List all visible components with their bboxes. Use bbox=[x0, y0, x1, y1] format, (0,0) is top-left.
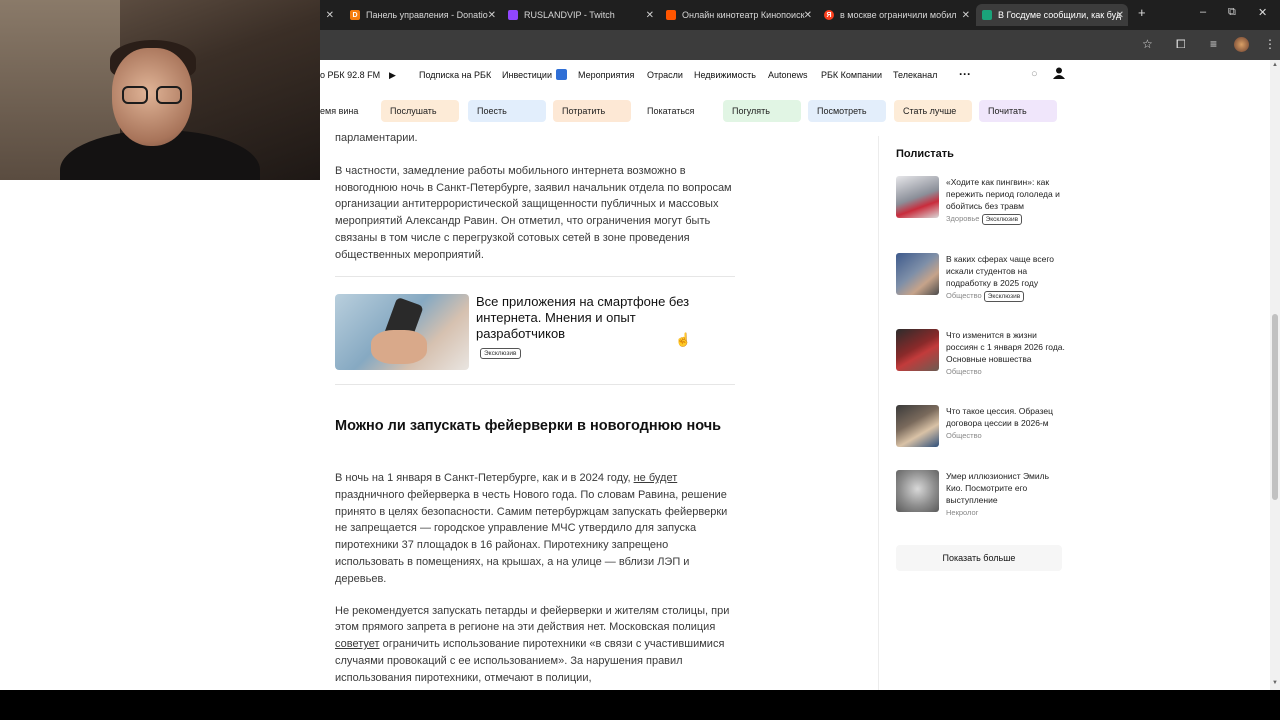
close-icon[interactable]: ✕ bbox=[1116, 10, 1124, 21]
chip-eat[interactable]: Поесть bbox=[468, 100, 546, 122]
nav-rbc-companies[interactable]: РБК Компании bbox=[821, 70, 882, 80]
thumbnail-image bbox=[896, 176, 939, 218]
webcam-overlay bbox=[0, 0, 320, 180]
nav-industries[interactable]: Отрасли bbox=[647, 70, 683, 80]
chip-ride[interactable]: Покататься bbox=[638, 100, 716, 122]
inline-link[interactable]: советует bbox=[335, 638, 380, 650]
article-paragraph: парламентарии. bbox=[335, 132, 418, 144]
minimize-button[interactable]: – bbox=[1200, 6, 1206, 18]
article-body: парламентарии. В частности, замедление р… bbox=[335, 130, 735, 264]
play-icon[interactable]: ▶ bbox=[389, 70, 396, 81]
bookmark-star-icon[interactable]: ☆ bbox=[1142, 37, 1153, 51]
category-chips: емя вина Послушать Поесть Потратить Пока… bbox=[320, 100, 1270, 124]
chip-spend[interactable]: Потратить bbox=[553, 100, 631, 122]
nav-events[interactable]: Мероприятия bbox=[578, 70, 634, 80]
hand-cursor-icon: ☝ bbox=[675, 332, 692, 347]
kinopoisk-icon bbox=[666, 10, 676, 20]
page-scrollbar[interactable]: ▲ ▼ bbox=[1270, 60, 1280, 690]
media-controls-icon[interactable]: ≡ bbox=[1210, 37, 1217, 51]
rbc-icon bbox=[982, 10, 992, 20]
close-window-button[interactable]: ✕ bbox=[1258, 6, 1267, 19]
tab-rbc-active[interactable]: В Госдуме сообщили, как буд ✕ bbox=[976, 4, 1128, 26]
tab-close-partial[interactable]: ✕ bbox=[320, 4, 340, 26]
site-nav: о РБК 92.8 FM ▶ Подписка на РБК Инвестиц… bbox=[320, 60, 1270, 90]
divider bbox=[335, 276, 735, 277]
investments-badge-icon bbox=[556, 69, 567, 80]
chip-listen[interactable]: Послушать bbox=[381, 100, 459, 122]
tab-yandex[interactable]: Я в москве ограничили мобил ✕ bbox=[818, 4, 974, 26]
thumbnail-image bbox=[896, 470, 939, 512]
related-article-image bbox=[335, 294, 469, 370]
exclusive-badge: Эксклюзив bbox=[480, 348, 521, 359]
tab-twitch[interactable]: RUSLANDVIP - Twitch ✕ bbox=[502, 4, 658, 26]
scroll-down-icon[interactable]: ▼ bbox=[1272, 680, 1278, 686]
radio-link[interactable]: о РБК 92.8 FM bbox=[320, 70, 380, 80]
thumbnail-image bbox=[896, 405, 939, 447]
exclusive-badge: Эксклюзив bbox=[981, 214, 1023, 225]
related-article-title[interactable]: Все приложения на смартфоне без интернет… bbox=[476, 294, 716, 359]
chip-watch[interactable]: Посмотреть bbox=[808, 100, 886, 122]
page-left-margin bbox=[0, 180, 320, 690]
chip-walk[interactable]: Погулять bbox=[723, 100, 801, 122]
chip-wine-time[interactable]: емя вина bbox=[320, 100, 381, 122]
chip-be-better[interactable]: Стать лучше bbox=[894, 100, 972, 122]
inline-link[interactable]: не будет bbox=[634, 472, 678, 484]
web-page: о РБК 92.8 FM ▶ Подписка на РБК Инвестиц… bbox=[320, 60, 1270, 690]
sidebar-browse: Полистать bbox=[896, 148, 1066, 160]
article-paragraph: В ночь на 1 января в Санкт-Петербурге, к… bbox=[335, 472, 728, 585]
browser-menu-icon[interactable]: ⋮ bbox=[1264, 37, 1276, 51]
new-tab-button[interactable]: + bbox=[1138, 5, 1146, 20]
exclusive-badge: Эксклюзив bbox=[983, 291, 1025, 302]
chip-read[interactable]: Почитать bbox=[979, 100, 1057, 122]
tab-donationalerts[interactable]: D Панель управления - Donatio ✕ bbox=[344, 4, 500, 26]
maximize-button[interactable]: ⧉ bbox=[1228, 6, 1236, 19]
twitch-icon bbox=[508, 10, 518, 20]
scrollbar-thumb[interactable] bbox=[1272, 314, 1278, 500]
profile-avatar[interactable] bbox=[1234, 37, 1249, 52]
divider bbox=[335, 384, 735, 385]
show-more-button[interactable]: Показать больше bbox=[896, 545, 1062, 571]
article-paragraph: В частности, замедление работы мобильног… bbox=[335, 164, 732, 261]
browser-toolbar: ☆ ⧠ ≡ ⋮ bbox=[320, 30, 1280, 60]
section-heading: Можно ли запускать фейерверки в новогодн… bbox=[335, 418, 722, 434]
nav-tv[interactable]: Телеканал bbox=[893, 70, 937, 80]
nav-autonews[interactable]: Autonews bbox=[768, 70, 808, 80]
thumbnail-image bbox=[896, 253, 939, 295]
article-paragraph: Не рекомендуется запускать петарды и фей… bbox=[335, 604, 730, 684]
close-icon[interactable]: ✕ bbox=[962, 10, 970, 21]
close-icon[interactable]: ✕ bbox=[488, 10, 496, 21]
sidebar-list: «Ходите как пингвин»: как пережить перио… bbox=[896, 176, 1066, 526]
nav-more-button[interactable]: ··· bbox=[959, 67, 971, 81]
search-icon[interactable]: ○ bbox=[1031, 68, 1038, 80]
tab-kinopoisk[interactable]: Онлайн кинотеатр Кинопоиск ✕ bbox=[660, 4, 816, 26]
close-icon[interactable]: ✕ bbox=[646, 10, 654, 21]
bottom-letterbox bbox=[0, 690, 1280, 720]
donationalerts-icon: D bbox=[350, 10, 360, 20]
sidebar-title: Полистать bbox=[896, 148, 954, 160]
thumbnail-image bbox=[896, 329, 939, 371]
extensions-icon[interactable]: ⧠ bbox=[1176, 37, 1186, 52]
nav-investments[interactable]: Инвестиции bbox=[502, 70, 552, 80]
user-icon[interactable] bbox=[1053, 67, 1065, 79]
sidebar-divider bbox=[878, 136, 879, 690]
yandex-icon: Я bbox=[824, 10, 834, 20]
close-icon[interactable]: ✕ bbox=[804, 10, 812, 21]
browser-tab-strip: ✕ D Панель управления - Donatio ✕ RUSLAND… bbox=[320, 0, 1280, 30]
article-body-continued: В ночь на 1 января в Санкт-Петербурге, к… bbox=[335, 470, 735, 687]
scroll-up-icon[interactable]: ▲ bbox=[1272, 62, 1278, 68]
nav-subscription[interactable]: Подписка на РБК bbox=[419, 70, 491, 80]
nav-realty[interactable]: Недвижимость bbox=[694, 70, 756, 80]
